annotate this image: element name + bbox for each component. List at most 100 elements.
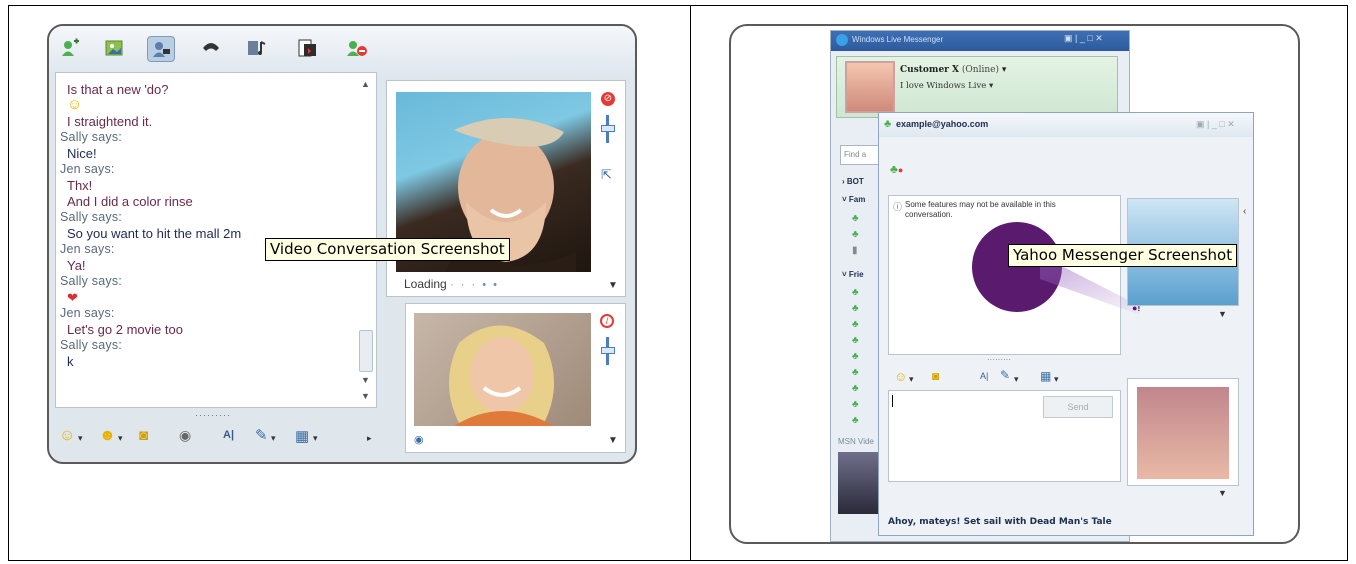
yahoo-background-icon[interactable]: ✎ bbox=[1000, 368, 1010, 382]
contact-icon: ♣ bbox=[884, 118, 892, 130]
games-icon[interactable] bbox=[294, 36, 320, 60]
kiss-emoticon-icon: ❤ bbox=[67, 290, 78, 305]
scroll-down-arrow[interactable]: ▼ bbox=[361, 375, 370, 385]
add-contact-icon[interactable] bbox=[57, 36, 83, 60]
contact-status-icon[interactable]: ♣ bbox=[852, 367, 859, 378]
yahoo-emoticon-dropdown-icon[interactable]: ▾ bbox=[909, 374, 914, 385]
yahoo-background-dropdown-icon[interactable]: ▾ bbox=[1014, 374, 1019, 385]
my-picture-dropdown-icon[interactable]: ▼ bbox=[1218, 488, 1227, 498]
block-self-video-icon[interactable]: / bbox=[600, 314, 614, 328]
contact-group-label: BOT bbox=[846, 177, 864, 186]
contact-picture-dropdown-icon[interactable]: ▼ bbox=[1218, 309, 1227, 319]
text-cursor bbox=[892, 395, 893, 407]
share-photos-icon[interactable] bbox=[102, 36, 128, 60]
overflow-icon[interactable]: ▸ bbox=[367, 433, 372, 444]
ad-text[interactable]: Ahoy, mateys! Set sail with Dead Man's T… bbox=[888, 517, 1112, 527]
webcam-options-dropdown-icon[interactable]: ▼ bbox=[608, 435, 618, 446]
contact-status-icon[interactable]: ♣ bbox=[852, 319, 859, 330]
smiley-emoticon-icon: ☺ bbox=[67, 96, 83, 113]
contact-status-icon[interactable]: ♣ bbox=[852, 213, 859, 224]
emoticon-icon[interactable]: ☺ bbox=[59, 427, 75, 445]
contact-status-icon[interactable]: ♣ bbox=[852, 335, 859, 346]
self-video-image bbox=[414, 313, 591, 426]
contact-status-icon[interactable]: ♣ bbox=[852, 287, 859, 298]
font-icon[interactable]: A| bbox=[223, 429, 234, 441]
contact-group-header[interactable]: › BOT bbox=[842, 177, 864, 186]
sender-label: Sally says: bbox=[60, 130, 122, 144]
chat-message: Nice! bbox=[67, 146, 97, 161]
contact-status-icon[interactable]: ♣ bbox=[852, 303, 859, 314]
webcam-icon[interactable]: ◉ bbox=[414, 433, 424, 446]
chat-message: So you want to hit the mall 2m bbox=[67, 226, 242, 241]
chat-message: Ya! bbox=[67, 258, 86, 273]
window-controls[interactable]: ▣ | _ □ ✕ bbox=[1064, 33, 1103, 44]
voice-clip-icon[interactable]: ◉ bbox=[179, 427, 191, 444]
search-placeholder: Find a bbox=[844, 150, 867, 159]
input-resize-grip[interactable]: ········· bbox=[195, 410, 231, 420]
send-button[interactable]: Send bbox=[1043, 396, 1113, 418]
contact-group-label: Fam bbox=[848, 195, 866, 204]
chat-message: And I did a color rinse bbox=[67, 194, 193, 209]
background-dropdown-icon[interactable]: ▾ bbox=[271, 433, 276, 444]
yahoo-emoticon-icon[interactable]: ☺ bbox=[894, 369, 907, 384]
more-icon[interactable]: ▦ bbox=[295, 427, 309, 445]
nudge-icon[interactable]: ◙ bbox=[139, 427, 148, 444]
chat-message: Thx! bbox=[67, 178, 93, 193]
my-avatar-image bbox=[1137, 387, 1229, 479]
info-icon: ⓘ bbox=[893, 202, 903, 212]
chat-message: Is that a new 'do? bbox=[67, 82, 169, 97]
contact-status-icon[interactable]: ▮ bbox=[852, 245, 858, 256]
more-dropdown-icon[interactable]: ▾ bbox=[313, 433, 318, 444]
phone-icon[interactable] bbox=[198, 36, 224, 60]
yahoo-messenger-tooltip: Yahoo Messenger Screenshot bbox=[1008, 244, 1238, 267]
wink-dropdown-icon[interactable]: ▾ bbox=[118, 433, 123, 444]
video-loading-status: Loading · · · • • bbox=[404, 277, 499, 291]
profile-avatar[interactable] bbox=[845, 61, 895, 113]
sender-label: Jen says: bbox=[60, 162, 115, 176]
user-name: Customer X bbox=[900, 65, 960, 75]
yahoo-resize-grip[interactable]: ········· bbox=[987, 355, 1011, 364]
mic-slider[interactable] bbox=[601, 337, 615, 365]
expand-video-icon[interactable]: ⇱ bbox=[601, 167, 612, 183]
video-conversation-tooltip: Video Conversation Screenshot bbox=[265, 238, 510, 261]
contact-status-icon[interactable]: ♣ bbox=[852, 399, 859, 410]
block-contact-icon[interactable]: ♣● bbox=[890, 162, 903, 176]
emoticon-dropdown-icon[interactable]: ▾ bbox=[78, 433, 83, 444]
scroll-up-arrow[interactable]: ▲ bbox=[361, 79, 370, 89]
video-options-dropdown-icon[interactable]: ▼ bbox=[608, 280, 618, 291]
conversation-toolbar bbox=[49, 26, 635, 76]
side-chevron-icon[interactable]: ‹ bbox=[1243, 206, 1246, 217]
yahoo-more-dropdown-icon[interactable]: ▾ bbox=[1054, 374, 1059, 385]
loading-dots: · · · • • bbox=[450, 279, 499, 291]
messenger-title: Windows Live Messenger bbox=[852, 35, 944, 44]
wink-icon[interactable]: ☻ bbox=[99, 427, 116, 445]
contact-status-icon[interactable]: ♣ bbox=[852, 383, 859, 394]
sender-label: Jen says: bbox=[60, 306, 115, 320]
background-icon[interactable]: ✎ bbox=[255, 426, 268, 444]
contact-status-icon[interactable]: ♣ bbox=[852, 351, 859, 362]
video-call-icon[interactable] bbox=[147, 36, 175, 62]
contact-group-header[interactable]: ˅ Fam bbox=[842, 195, 865, 204]
yahoo-font-icon[interactable]: A| bbox=[980, 371, 988, 381]
sender-label: Sally says: bbox=[60, 338, 122, 352]
profile-name-line[interactable]: Customer X (Online) ▾ bbox=[900, 65, 1006, 75]
personal-message[interactable]: I love Windows Live ▾ bbox=[900, 81, 993, 91]
scroll-thumb[interactable] bbox=[359, 330, 373, 372]
block-video-icon[interactable]: ⊘ bbox=[601, 92, 615, 106]
volume-slider[interactable] bbox=[601, 115, 615, 143]
yahoo-more-icon[interactable]: ▦ bbox=[1040, 369, 1051, 383]
yahoo-nudge-icon[interactable]: ◙ bbox=[932, 369, 939, 383]
sender-label: Jen says: bbox=[60, 242, 115, 256]
column-divider bbox=[690, 5, 691, 561]
media-icon[interactable] bbox=[244, 36, 270, 60]
contact-status-icon[interactable]: ♣ bbox=[852, 229, 859, 240]
contact-search-input[interactable]: Find a bbox=[840, 145, 880, 165]
contact-group-header[interactable]: ˅ Frie bbox=[842, 270, 864, 279]
user-status: (Online) bbox=[961, 65, 999, 75]
chat-window-controls[interactable]: ▣ | _ □ ✕ bbox=[1196, 119, 1235, 130]
loading-label: Loading bbox=[404, 277, 447, 291]
block-icon[interactable] bbox=[344, 36, 370, 60]
contact-status-icon[interactable]: ♣ bbox=[852, 415, 859, 426]
scroll-bottom-arrow[interactable]: ▼ bbox=[361, 391, 370, 401]
chat-message: Let's go 2 movie too bbox=[67, 322, 183, 337]
